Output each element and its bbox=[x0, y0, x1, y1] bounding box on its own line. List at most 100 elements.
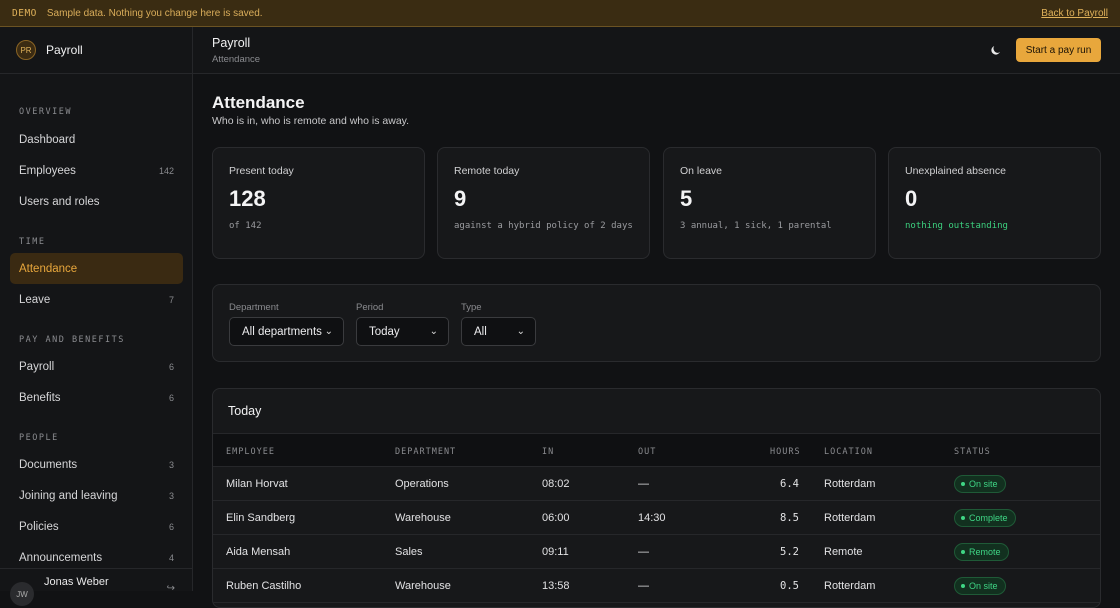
brand[interactable]: PR Payroll bbox=[0, 27, 192, 74]
sidebar-item-count: 6 bbox=[168, 392, 174, 403]
cell-department: Operations bbox=[395, 478, 449, 490]
cell-department: Warehouse bbox=[395, 580, 451, 592]
stat-value: 0 bbox=[905, 186, 918, 211]
status-dot bbox=[961, 482, 965, 486]
filter-label: Department bbox=[229, 302, 279, 313]
demo-message: Sample data. Nothing you change here is … bbox=[46, 7, 263, 19]
user-name: Jonas Weber bbox=[44, 576, 109, 588]
demo-banner: DEMO Sample data. Nothing you change her… bbox=[0, 0, 1120, 27]
status-label: On site bbox=[969, 479, 998, 489]
sidebar-item-count: 142 bbox=[158, 165, 174, 176]
sidebar-item-label: Users and roles bbox=[19, 195, 100, 208]
sidebar-item-benefits[interactable]: Benefits 6 bbox=[10, 382, 183, 413]
cell-employee: Milan Horvat bbox=[226, 478, 288, 490]
sidebar-item-leave[interactable]: Leave 7 bbox=[10, 284, 183, 315]
select-value: Today bbox=[369, 325, 400, 338]
cell-employee: Ruben Castilho bbox=[226, 580, 302, 592]
cell-location: Remote bbox=[824, 546, 863, 558]
nav-section-overview: OVERVIEW bbox=[19, 107, 72, 117]
stat-value: 5 bbox=[680, 186, 693, 211]
status-badge: Complete bbox=[954, 509, 1016, 527]
status-badge: On site bbox=[954, 475, 1006, 493]
status-dot bbox=[961, 584, 965, 588]
cell-employee: Elin Sandberg bbox=[226, 512, 296, 524]
stat-card-present: Present today 128 of 142 bbox=[212, 147, 425, 259]
cell-location: Rotterdam bbox=[824, 512, 876, 524]
sidebar-item-label: Payroll bbox=[19, 360, 55, 373]
back-to-payroll-link[interactable]: Back to Payroll bbox=[1041, 8, 1108, 19]
department-filter: Department All departments ⌄ bbox=[229, 302, 344, 346]
demo-tag: DEMO bbox=[12, 7, 37, 19]
page-title: Attendance bbox=[212, 93, 305, 112]
sidebar-item-count: 6 bbox=[168, 361, 174, 372]
header: Payroll Attendance Start a pay run bbox=[193, 27, 1120, 74]
sidebar-item-label: Benefits bbox=[19, 391, 61, 404]
nav-section-pay-and-benefits: PAY AND BENEFITS bbox=[19, 335, 125, 345]
sidebar-item-joining-and-leaving[interactable]: Joining and leaving 3 bbox=[10, 480, 183, 511]
sidebar: PR Payroll OVERVIEW Dashboard Employees … bbox=[0, 27, 193, 606]
column-header[interactable]: HOURS bbox=[770, 447, 801, 457]
sidebar-item-label: Policies bbox=[19, 520, 59, 533]
status-badge: On site bbox=[954, 577, 1006, 595]
column-header[interactable]: IN bbox=[542, 447, 554, 457]
cell-in: 08:02 bbox=[542, 478, 570, 490]
stat-label: Present today bbox=[229, 165, 294, 177]
sidebar-item-policies[interactable]: Policies 6 bbox=[10, 511, 183, 542]
cell-hours: 5.2 bbox=[780, 546, 799, 558]
status-dot bbox=[961, 550, 965, 554]
table-row[interactable]: Milan Horvat Operations 08:02 — 6.4 Rott… bbox=[213, 467, 1100, 501]
column-header[interactable]: STATUS bbox=[954, 447, 991, 457]
breadcrumb: Attendance bbox=[212, 54, 261, 65]
sidebar-item-dashboard[interactable]: Dashboard bbox=[10, 124, 183, 155]
stat-note: 3 annual, 1 sick, 1 parental bbox=[680, 221, 832, 231]
sidebar-item-attendance[interactable]: Attendance bbox=[10, 253, 183, 284]
filter-panel: Department All departments ⌄ Period Toda… bbox=[212, 284, 1101, 362]
sidebar-item-payroll[interactable]: Payroll 6 bbox=[10, 351, 183, 382]
table-row[interactable]: Aida Mensah Sales 09:11 — 5.2 Remote Rem… bbox=[213, 535, 1100, 569]
sidebar-item-count: 4 bbox=[168, 552, 174, 563]
stat-label: Unexplained absence bbox=[905, 165, 1006, 177]
start-pay-run-button[interactable]: Start a pay run bbox=[1016, 38, 1101, 62]
header-title: Payroll bbox=[212, 36, 251, 50]
user-menu[interactable]: JW Jonas Weber ↪ bbox=[0, 568, 193, 606]
chevron-down-icon: ⌄ bbox=[324, 326, 333, 337]
sidebar-item-users-and-roles[interactable]: Users and roles bbox=[10, 186, 183, 217]
cell-out: — bbox=[638, 580, 649, 592]
sidebar-item-label: Announcements bbox=[19, 551, 103, 564]
type-select[interactable]: All ⌄ bbox=[461, 317, 536, 346]
select-value: All bbox=[474, 325, 487, 338]
table-title: Today bbox=[228, 404, 262, 418]
table-row[interactable]: Ruben Castilho Warehouse 13:58 — 0.5 Rot… bbox=[213, 569, 1100, 603]
sidebar-item-label: Joining and leaving bbox=[19, 489, 118, 502]
brand-name: Payroll bbox=[46, 43, 83, 57]
column-header[interactable]: DEPARTMENT bbox=[395, 447, 456, 457]
stat-note: of 142 bbox=[229, 221, 262, 231]
cell-hours: 6.4 bbox=[780, 478, 799, 490]
column-header[interactable]: LOCATION bbox=[824, 447, 873, 457]
sidebar-item-label: Attendance bbox=[19, 262, 78, 275]
moon-icon[interactable] bbox=[989, 43, 1003, 57]
cell-hours: 8.5 bbox=[780, 512, 799, 524]
type-filter: Type All ⌄ bbox=[461, 302, 536, 346]
filter-label: Type bbox=[461, 302, 482, 313]
sidebar-item-label: Documents bbox=[19, 458, 78, 471]
period-select[interactable]: Today ⌄ bbox=[356, 317, 449, 346]
status-badge: Remote bbox=[954, 543, 1009, 561]
department-select[interactable]: All departments ⌄ bbox=[229, 317, 344, 346]
sidebar-item-employees[interactable]: Employees 142 bbox=[10, 155, 183, 186]
period-filter: Period Today ⌄ bbox=[356, 302, 449, 346]
cell-location: Rotterdam bbox=[824, 478, 876, 490]
column-header[interactable]: OUT bbox=[638, 447, 656, 457]
table-row[interactable]: Elin Sandberg Warehouse 06:00 14:30 8.5 … bbox=[213, 501, 1100, 535]
column-header[interactable]: EMPLOYEE bbox=[226, 447, 275, 457]
sidebar-item-count: 7 bbox=[168, 294, 174, 305]
sidebar-item-count: 6 bbox=[168, 521, 174, 532]
stat-value: 128 bbox=[229, 186, 266, 211]
cell-out: — bbox=[638, 546, 649, 558]
brand-avatar: PR bbox=[16, 40, 36, 60]
sidebar-item-documents[interactable]: Documents 3 bbox=[10, 449, 183, 480]
sign-out-icon[interactable]: ↪ bbox=[167, 583, 175, 594]
cell-department: Sales bbox=[395, 546, 423, 558]
avatar: JW bbox=[10, 582, 34, 606]
sidebar-item-label: Employees bbox=[19, 164, 76, 177]
